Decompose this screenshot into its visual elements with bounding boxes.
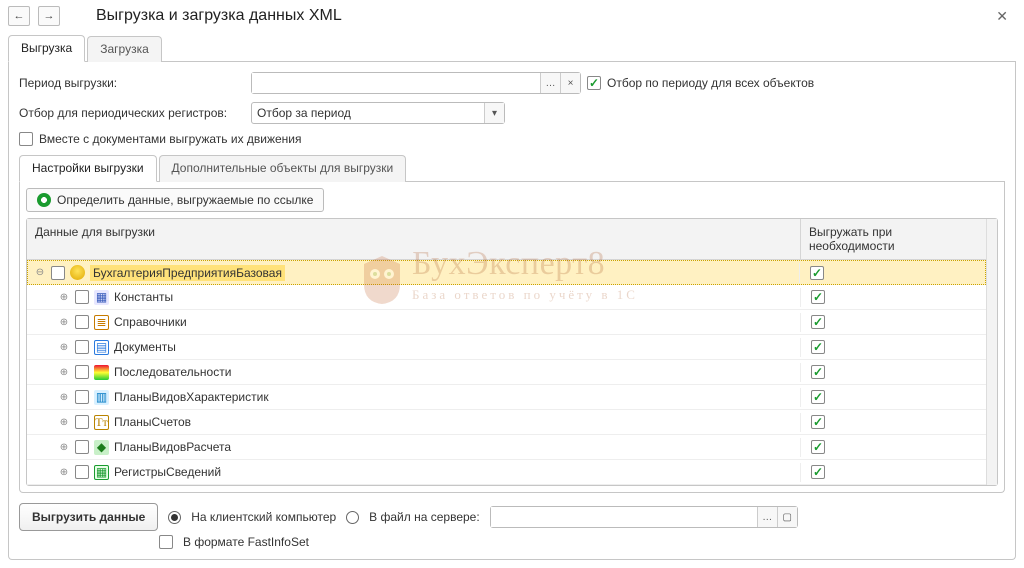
row-need-checkbox[interactable] xyxy=(811,465,825,479)
server-path-open-button[interactable]: ▢ xyxy=(777,507,797,527)
row-need-checkbox[interactable] xyxy=(811,415,825,429)
ic-const-icon: ▦ xyxy=(94,290,109,305)
table-row[interactable]: ⊕ ≣ Справочники xyxy=(27,310,986,335)
export-button[interactable]: Выгрузить данные xyxy=(19,503,158,531)
sub-tab-settings[interactable]: Настройки выгрузки xyxy=(19,155,157,182)
determine-refs-label: Определить данные, выгружаемые по ссылке xyxy=(57,193,313,207)
server-path-select-button[interactable]: … xyxy=(757,507,777,527)
tree-expander-icon[interactable]: ⊕ xyxy=(58,366,70,378)
period-input[interactable] xyxy=(252,73,540,93)
row-export-checkbox[interactable] xyxy=(75,465,89,479)
row-label: Справочники xyxy=(114,315,187,329)
row-need-checkbox[interactable] xyxy=(811,365,825,379)
fastinfoset-checkbox[interactable] xyxy=(159,535,173,549)
radio-server[interactable] xyxy=(346,511,359,524)
filter-all-label: Отбор по периоду для всех объектов xyxy=(607,76,814,90)
row-label: ПланыСчетов xyxy=(114,415,191,429)
tree-expander-icon[interactable]: ⊕ xyxy=(58,341,70,353)
ic-spr-icon: ≣ xyxy=(94,315,109,330)
tree-expander-icon[interactable]: ⊕ xyxy=(58,291,70,303)
filter-all-checkbox[interactable] xyxy=(587,76,601,90)
ic-pvh-icon: ▥ xyxy=(94,390,109,405)
row-label: РегистрыСведений xyxy=(114,465,221,479)
row-label: Константы xyxy=(114,290,173,304)
table-row[interactable]: ⊕ ▦ РегистрыСведений xyxy=(27,460,986,485)
row-need-checkbox[interactable] xyxy=(811,390,825,404)
row-label: Последовательности xyxy=(114,365,231,379)
row-export-checkbox[interactable] xyxy=(75,415,89,429)
period-select-button[interactable]: … xyxy=(540,73,560,93)
refresh-icon xyxy=(37,193,51,207)
grid-header-need: Выгружать при необходимости xyxy=(801,219,986,259)
row-need-checkbox[interactable] xyxy=(811,290,825,304)
tree-expander-icon[interactable]: ⊕ xyxy=(58,416,70,428)
fastinfoset-label: В формате FastInfoSet xyxy=(183,535,309,549)
period-label: Период выгрузки: xyxy=(19,76,245,90)
radio-server-label: В файл на сервере: xyxy=(369,510,480,524)
ic-seq-icon xyxy=(94,365,109,380)
server-path-input[interactable] xyxy=(491,507,757,527)
table-row[interactable]: ⊕ ▥ ПланыВидовХарактеристик xyxy=(27,385,986,410)
row-export-checkbox[interactable] xyxy=(75,340,89,354)
main-tab-strip: Выгрузка Загрузка xyxy=(8,34,1016,62)
nav-forward-button[interactable]: → xyxy=(38,6,60,26)
with-movements-checkbox[interactable] xyxy=(19,132,33,146)
table-row[interactable]: ⊕ Последовательности xyxy=(27,360,986,385)
row-label: ПланыВидовРасчета xyxy=(114,440,231,454)
row-export-checkbox[interactable] xyxy=(51,266,65,280)
row-label: Документы xyxy=(114,340,176,354)
radio-client[interactable] xyxy=(168,511,181,524)
tab-export[interactable]: Выгрузка xyxy=(8,35,85,62)
sub-tab-strip: Настройки выгрузки Дополнительные объект… xyxy=(19,154,1005,182)
determine-refs-button[interactable]: Определить данные, выгружаемые по ссылке xyxy=(26,188,324,212)
tree-expander-icon[interactable]: ⊕ xyxy=(58,316,70,328)
row-label: ПланыВидовХарактеристик xyxy=(114,390,269,404)
with-movements-label: Вместе с документами выгружать их движен… xyxy=(39,132,302,146)
row-need-checkbox[interactable] xyxy=(811,440,825,454)
register-filter-value: Отбор за период xyxy=(252,103,484,123)
row-need-checkbox[interactable] xyxy=(811,340,825,354)
table-row[interactable]: ⊕ ◆ ПланыВидовРасчета xyxy=(27,435,986,460)
tree-expander-icon[interactable]: ⊕ xyxy=(58,441,70,453)
ic-doc-icon: ▤ xyxy=(94,340,109,355)
row-label: БухгалтерияПредприятияБазовая xyxy=(90,265,285,281)
ic-pvr-icon: ◆ xyxy=(94,440,109,455)
row-export-checkbox[interactable] xyxy=(75,290,89,304)
register-filter-dropdown-button[interactable]: ▾ xyxy=(484,103,504,123)
tree-expander-icon[interactable]: ⊕ xyxy=(58,466,70,478)
table-row[interactable]: ⊕ ▤ Документы xyxy=(27,335,986,360)
row-export-checkbox[interactable] xyxy=(75,365,89,379)
table-row[interactable]: ⊕ ▦ Константы xyxy=(27,285,986,310)
register-filter-field[interactable]: Отбор за период ▾ xyxy=(251,102,505,124)
period-field[interactable]: … × xyxy=(251,72,581,94)
table-row[interactable]: ⊖ БухгалтерияПредприятияБазовая xyxy=(27,260,986,285)
grid-scrollbar[interactable] xyxy=(986,219,997,485)
nav-back-button[interactable]: ← xyxy=(8,6,30,26)
tree-expander-icon[interactable]: ⊕ xyxy=(58,391,70,403)
ic-psch-icon: Тт xyxy=(94,415,109,430)
radio-client-label: На клиентский компьютер xyxy=(191,510,336,524)
close-button[interactable]: ✕ xyxy=(990,6,1014,27)
tab-import[interactable]: Загрузка xyxy=(87,36,162,62)
sub-tab-additional[interactable]: Дополнительные объекты для выгрузки xyxy=(159,155,407,182)
export-grid: Данные для выгрузки Выгружать при необхо… xyxy=(26,218,998,486)
table-row[interactable]: ⊕ Тт ПланыСчетов xyxy=(27,410,986,435)
row-need-checkbox[interactable] xyxy=(810,266,824,280)
row-export-checkbox[interactable] xyxy=(75,440,89,454)
window-title: Выгрузка и загрузка данных XML xyxy=(96,7,342,25)
period-clear-button[interactable]: × xyxy=(560,73,580,93)
row-export-checkbox[interactable] xyxy=(75,390,89,404)
ic-db-icon xyxy=(70,265,85,280)
register-filter-label: Отбор для периодических регистров: xyxy=(19,106,245,120)
tree-expander-icon[interactable]: ⊖ xyxy=(34,267,46,279)
server-path-field[interactable]: … ▢ xyxy=(490,506,798,528)
ic-rs-icon: ▦ xyxy=(94,465,109,480)
row-need-checkbox[interactable] xyxy=(811,315,825,329)
row-export-checkbox[interactable] xyxy=(75,315,89,329)
grid-header-data: Данные для выгрузки xyxy=(27,219,801,259)
